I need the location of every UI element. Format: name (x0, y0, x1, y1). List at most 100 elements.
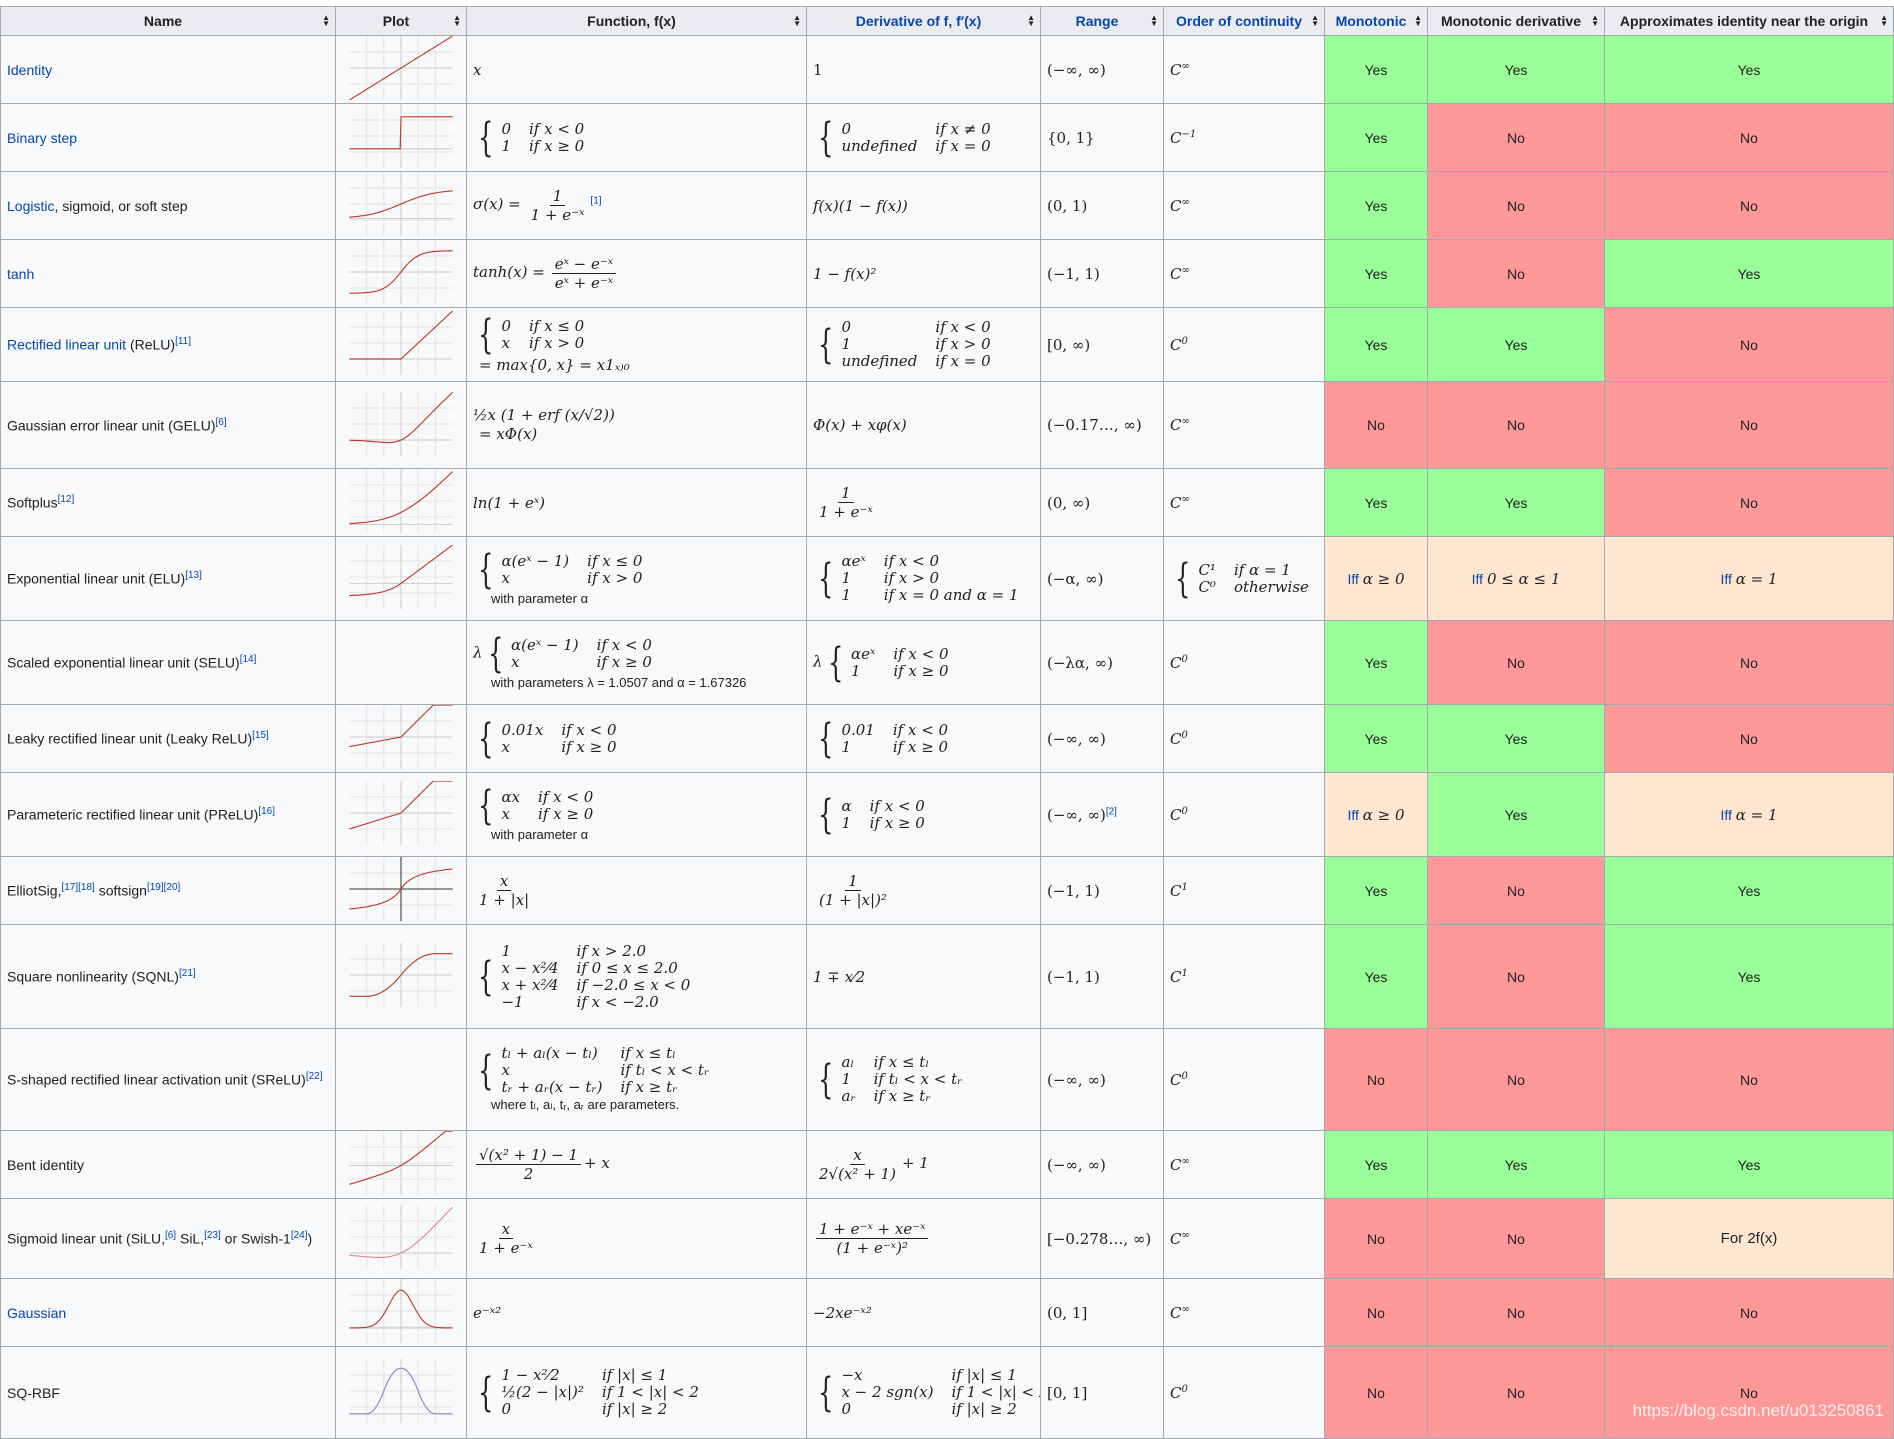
article-link[interactable]: tanh (7, 266, 34, 282)
citation-link[interactable]: [11] (175, 336, 191, 347)
citation-link[interactable]: [19][20] (147, 882, 180, 893)
plot-silu (349, 1205, 454, 1269)
continuity-class: C1 (1170, 881, 1188, 900)
sort-arrows-icon[interactable]: ▲ ▼ (453, 14, 461, 28)
result-text: Yes (1504, 730, 1528, 747)
piecewise-cases: {αeˣ if x < 0 1 if x > 0 1 if x = 0 and α = 1 (813, 553, 1037, 604)
function-cell: ln(1 + eˣ) (466, 468, 807, 537)
column-header-label: Order of continuity (1176, 13, 1302, 29)
column-header-3[interactable]: Derivative of f, f′(x) ▲ ▼ (806, 6, 1041, 36)
function-cell: √(x² + 1) − 1 2 + x (466, 1130, 807, 1199)
name-text: Softplus (7, 494, 58, 511)
result-cell-yes: Yes (1427, 307, 1605, 382)
citation-link[interactable]: [12] (58, 494, 75, 505)
table-row: Sigmoid linear unit (SiLU,[6] SiL,[23] o… (0, 1198, 1894, 1279)
column-header-4[interactable]: Range ▲ ▼ (1040, 6, 1164, 36)
column-header-7[interactable]: Monotonic derivative ▲ ▼ (1427, 6, 1605, 36)
iff-link[interactable]: Iff (1472, 571, 1483, 587)
result-text: Yes (1504, 494, 1528, 511)
case-condition: if x < 0 (529, 120, 585, 138)
brace-icon: { (478, 953, 494, 1000)
case-expression: 0 (501, 120, 511, 138)
sort-arrows-icon[interactable]: ▲ ▼ (1880, 14, 1888, 28)
iff-link[interactable]: Iff (1720, 571, 1731, 587)
citation-link[interactable]: [21] (179, 968, 196, 979)
brace-icon: { (478, 1047, 494, 1094)
math-continuation: = xΦ(x) (479, 425, 538, 443)
citation-link[interactable]: [1] (590, 196, 601, 207)
function-cell: {1 if x > 2.0 x − x²⁄4 if 0 ≤ x ≤ 2.0 x + x²… (466, 924, 807, 1029)
sort-arrows-icon[interactable]: ▲ ▼ (1414, 14, 1422, 28)
column-header-0[interactable]: Name ▲ ▼ (0, 6, 336, 36)
article-link[interactable]: Identity (7, 62, 52, 78)
sort-arrows-icon[interactable]: ▲ ▼ (793, 14, 801, 28)
derivative-cell: Φ(x) + xφ(x) (806, 381, 1041, 469)
continuity-cell: C0 (1163, 307, 1325, 382)
citation-link[interactable]: [15] (252, 730, 269, 741)
column-header-2[interactable]: Function, f(x) ▲ ▼ (466, 6, 807, 36)
continuity-cell: C∞ (1163, 239, 1325, 308)
result-text: Yes (1504, 336, 1528, 353)
case-expression: undefined (841, 137, 918, 155)
result-cell-no: No (1427, 171, 1605, 240)
article-link[interactable]: Binary step (7, 130, 77, 146)
citation-link[interactable]: [2] (1106, 806, 1117, 817)
citation-link[interactable]: [13] (185, 570, 202, 581)
result-cell-no: No (1427, 924, 1605, 1029)
citation-link[interactable]: [22] (306, 1071, 323, 1082)
result-cell-yes: Yes (1604, 1130, 1894, 1199)
activation-functions-table: Name ▲ ▼ Plot ▲ ▼ Function, f(x) ▲ ▼ Derivative o… (0, 6, 1894, 1439)
column-header-6[interactable]: Monotonic ▲ ▼ (1324, 6, 1428, 36)
citation-link[interactable]: [6] (216, 417, 227, 428)
sort-arrows-icon[interactable]: ▲ ▼ (1027, 14, 1035, 28)
denominator: 2 (523, 1165, 534, 1183)
citation-link[interactable]: [23] (204, 1230, 221, 1241)
numerator: x (498, 1220, 514, 1239)
iff-link[interactable]: Iff (1720, 807, 1731, 823)
column-header-1[interactable]: Plot ▲ ▼ (335, 6, 467, 36)
header-row: Name ▲ ▼ Plot ▲ ▼ Function, f(x) ▲ ▼ Derivative o… (0, 6, 1894, 36)
case-expression: 0 (841, 120, 851, 138)
sort-arrows-icon[interactable]: ▲ ▼ (1311, 14, 1319, 28)
range-cell: (−1, 1) (1040, 924, 1164, 1029)
function-cell: tanh(x) = eˣ − e⁻ˣ eˣ + e⁻ˣ (466, 239, 807, 308)
citation-link[interactable]: [24] (291, 1230, 308, 1241)
brace-icon: { (818, 715, 834, 762)
result-text: No (1740, 494, 1758, 511)
case-expression: α (841, 797, 852, 815)
citation-link[interactable]: [6] (165, 1230, 176, 1241)
table-row: Square nonlinearity (SQNL)[21] {1 if x > … (0, 924, 1894, 1029)
piecewise-cases: {tₗ + aₗ(x − tₗ) if x ≤ tₗ x if tₗ < x < tᵣ… (473, 1045, 727, 1096)
range-cell: (0, 1] (1040, 1278, 1164, 1347)
case-expression: ½(2 − |x|)² (501, 1384, 584, 1401)
math-text: σ(x) = (473, 195, 521, 214)
result-cell-yes: Yes (1604, 239, 1894, 308)
plot-grid (349, 469, 453, 533)
plot-cell (335, 1346, 467, 1439)
result-cell-yes: Yes (1427, 468, 1605, 537)
sort-arrows-icon[interactable]: ▲ ▼ (1591, 14, 1599, 28)
derivative-cell: {α if x < 0 1 if x ≥ 0 (806, 772, 1041, 857)
citation-link[interactable]: [17][18] (61, 882, 94, 893)
case-condition: if x < −2.0 (576, 993, 659, 1011)
article-link[interactable]: Logistic (7, 198, 54, 214)
math-text: x (473, 60, 482, 79)
result-text: Yes (1364, 968, 1388, 985)
sort-arrows-icon[interactable]: ▲ ▼ (322, 14, 330, 28)
citation-link[interactable]: [14] (240, 654, 257, 665)
case-expression: x − 2 sgn(x) (841, 1384, 934, 1401)
sort-arrows-icon[interactable]: ▲ ▼ (1150, 14, 1158, 28)
article-link[interactable]: Rectified linear unit (7, 337, 126, 353)
case-condition: if x = 0 (935, 137, 991, 155)
column-header-8[interactable]: Approximates identity near the origin ▲ ▼ (1604, 6, 1894, 36)
column-header-5[interactable]: Order of continuity ▲ ▼ (1163, 6, 1325, 36)
iff-link[interactable]: Iff (1347, 571, 1358, 587)
article-link[interactable]: Gaussian (7, 1305, 66, 1321)
result-cell-yes: Yes (1427, 772, 1605, 857)
iff-link[interactable]: Iff (1347, 807, 1358, 823)
numerator: 1 (845, 872, 861, 891)
result-text: No (1367, 1304, 1385, 1321)
citation-link[interactable]: [16] (258, 806, 275, 817)
range-cell: [0, ∞) (1040, 307, 1164, 382)
result-cell-yes: Yes (1427, 1130, 1605, 1199)
